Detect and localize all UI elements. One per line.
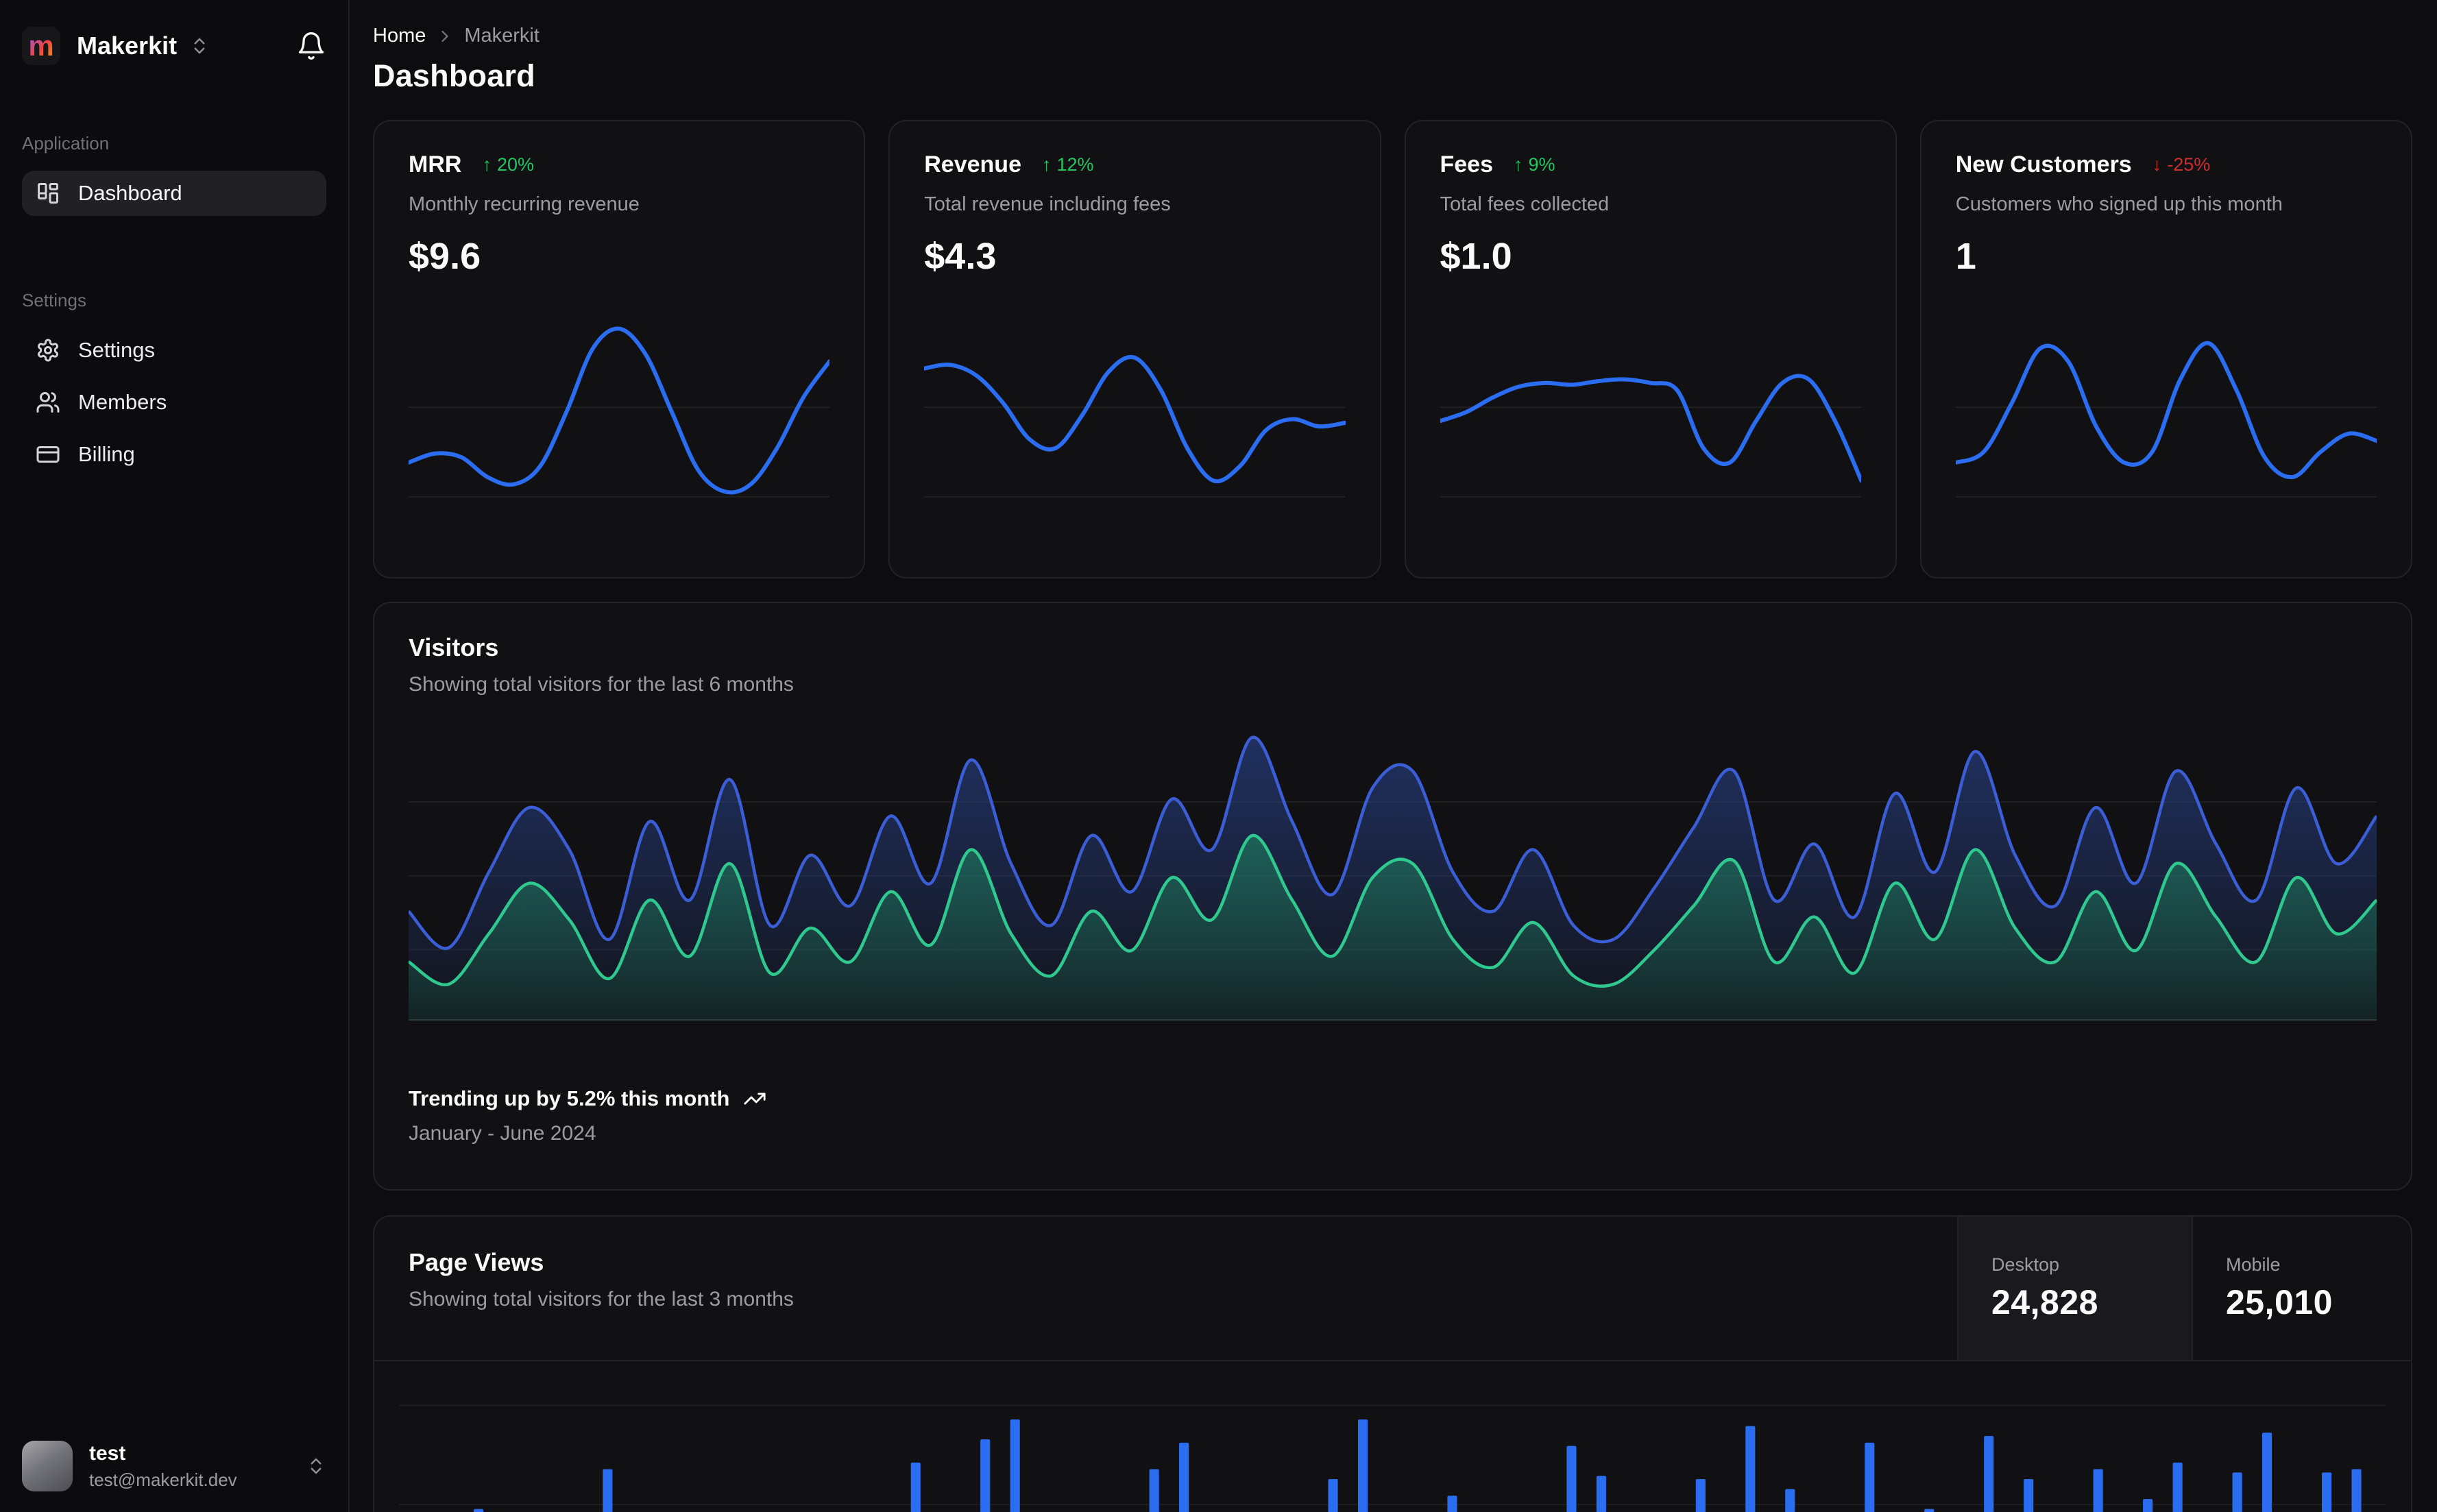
breadcrumb: Home Makerkit [373,25,2412,47]
stat-card-mrr: MRR ↑ 20% Monthly recurring revenue $9.6 … [373,120,866,641]
credit-card-icon [36,442,60,467]
sidebar-item-billing[interactable]: Billing [22,432,326,477]
sidebar: m Makerkit Application Dashboard Setting… [0,0,350,1512]
sidebar-item-members[interactable]: Members [22,380,326,425]
trend-arrow-icon: ↑ [482,154,492,175]
stat-title: Fees [1440,151,1494,178]
visitors-subtitle: Showing total visitors for the last 6 mo… [409,673,794,696]
sidebar-item-label: Dashboard [78,181,182,205]
visitors-title: Visitors [409,633,499,661]
sparkline-chart [922,312,1348,511]
toggle-label: Mobile [2226,1254,2281,1275]
logo-letter: m [28,29,54,62]
stat-value: 1 [1955,236,1976,277]
sidebar-item-label: Billing [78,442,135,466]
stat-subtitle: Total revenue including fees [924,193,1171,215]
workspace-switcher[interactable]: m Makerkit [22,27,210,65]
user-avatar [22,1441,73,1491]
gear-icon [36,338,60,363]
notifications-button[interactable] [296,31,326,61]
makerkit-logo: m [22,27,60,65]
chevron-right-icon [435,27,454,46]
bell-icon [296,31,326,61]
visitors-area-chart[interactable] [407,725,2378,1021]
sidebar-item-dashboard[interactable]: Dashboard [22,171,326,216]
toggle-desktop[interactable]: Desktop 24,828 [1957,1217,2192,1360]
main-content: Home Makerkit Dashboard MRR ↑ 20% Monthly… [350,0,2437,1512]
layout-dashboard-icon [36,181,60,206]
stat-cards-row: MRR ↑ 20% Monthly recurring revenue $9.6 … [373,120,2412,641]
workspace-name: Makerkit [77,32,178,60]
trend-badge: ↑ 20% [482,154,534,175]
page-views-bar-chart[interactable] [374,1361,2411,1512]
trend-arrow-icon: ↑ [1041,154,1052,175]
stat-value: $1.0 [1440,236,1512,277]
trending-text: Trending up by 5.2% this month [409,1086,730,1110]
stat-value: $4.3 [924,236,997,277]
sidebar-item-label: Members [78,390,167,414]
trend-badge: ↑ 9% [1514,154,1555,175]
breadcrumb-home-link[interactable]: Home [373,25,426,47]
sparkline-chart [407,312,832,511]
stat-card-new-customers: New Customers ↓ -25% Customers who signed… [1919,120,2412,641]
section-label-settings: Settings [22,290,86,310]
sidebar-item-label: Settings [78,338,156,362]
chevrons-up-down-icon [189,36,210,56]
chevrons-up-down-icon [306,1456,326,1476]
stat-subtitle: Total fees collected [1440,193,1610,215]
toggle-value: 24,828 [1991,1282,2098,1321]
trend-arrow-icon: ↑ [1514,154,1523,175]
date-range-label: January - June 2024 [409,1122,596,1145]
breadcrumb-current: Makerkit [464,25,539,47]
stat-value: $9.6 [409,236,481,277]
user-name: test [89,1441,126,1465]
sidebar-item-settings[interactable]: Settings [22,328,326,373]
trend-badge: ↓ -25% [2152,154,2211,175]
toggle-mobile[interactable]: Mobile 25,010 [2192,1217,2411,1360]
user-menu[interactable]: test test@makerkit.dev [0,1422,348,1512]
stat-title: Revenue [924,151,1021,178]
trending-up-icon [743,1087,766,1110]
page-views-card: Page Views Showing total visitors for th… [373,1215,2412,1512]
sparkline-chart [1438,312,1863,511]
visitors-card: Visitors Showing total visitors for the … [373,602,2412,1191]
stat-card-fees: Fees ↑9% Total fees collected $1.0 July … [1404,120,1897,641]
page-views-title: Page Views [409,1248,544,1276]
toggle-value: 25,010 [2226,1282,2333,1321]
page-views-subtitle: Showing total visitors for the last 3 mo… [409,1288,794,1310]
stat-subtitle: Customers who signed up this month [1955,193,2283,215]
stat-title: New Customers [1955,151,2132,178]
sparkline-chart [1953,312,2379,511]
user-email: test@makerkit.dev [89,1469,237,1490]
trend-arrow-icon: ↓ [2152,154,2162,175]
toggle-label: Desktop [1991,1254,2060,1275]
page-title: Dashboard [373,58,535,93]
users-icon [36,390,60,415]
section-label-application: Application [22,133,110,154]
stat-card-revenue: Revenue ↑ 12% Total revenue including fee… [888,120,1381,641]
stat-title: MRR [409,151,462,178]
stat-subtitle: Monthly recurring revenue [409,193,640,215]
trend-badge: ↑ 12% [1041,154,1094,175]
